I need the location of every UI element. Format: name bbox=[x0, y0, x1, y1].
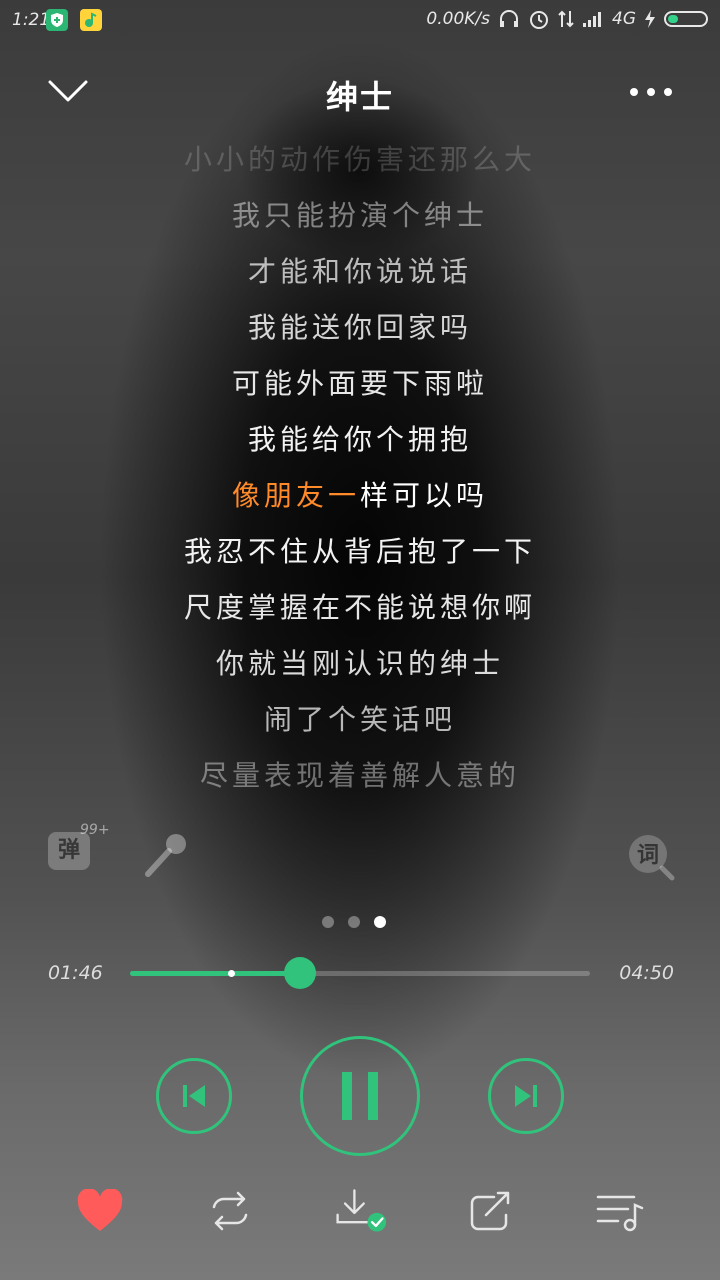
lyric-line: 闹了个笑话吧 bbox=[263, 703, 456, 736]
microphone-icon[interactable] bbox=[142, 830, 192, 880]
song-title: 绅士 bbox=[325, 78, 394, 116]
lyric-sung-part: 像朋友一 bbox=[231, 479, 360, 512]
progress-knob[interactable] bbox=[284, 957, 317, 989]
progress-played bbox=[130, 971, 301, 976]
skip-previous-icon bbox=[183, 1085, 205, 1107]
data-arrows-icon bbox=[558, 10, 574, 28]
playlist-button[interactable] bbox=[592, 1186, 648, 1236]
alarm-icon bbox=[530, 11, 548, 29]
lyric-line: 我只能扮演个绅士 bbox=[231, 199, 488, 232]
page-dot bbox=[348, 916, 360, 928]
lyric-search-icon[interactable]: 词 bbox=[626, 832, 676, 882]
battery-icon bbox=[664, 11, 708, 27]
lyric-unsung-part: 样可以吗 bbox=[360, 479, 489, 512]
signal-icon bbox=[583, 12, 601, 27]
previous-button[interactable] bbox=[156, 1058, 232, 1134]
page-dot bbox=[374, 916, 386, 928]
lyric-line-current: 像朋友一样可以吗 bbox=[0, 474, 720, 514]
skip-next-icon bbox=[515, 1085, 537, 1107]
status-time: 1:21 bbox=[12, 10, 51, 30]
lyric-line: 尽量表现着善解人意的 bbox=[199, 759, 520, 792]
lyric-line: 尺度掌握在不能说想你啊 bbox=[183, 591, 536, 624]
pause-button[interactable] bbox=[300, 1036, 420, 1156]
danmu-button[interactable]: 弹 99+ bbox=[48, 822, 110, 876]
total-time: 04:50 bbox=[619, 962, 674, 984]
danmu-count: 99+ bbox=[80, 822, 110, 838]
favorite-button[interactable] bbox=[72, 1186, 128, 1236]
lyric-line: 我能给你个拥抱 bbox=[247, 423, 472, 456]
repeat-icon bbox=[212, 1191, 248, 1231]
page-dot bbox=[322, 916, 334, 928]
lyric-line: 我能送你回家吗 bbox=[247, 311, 472, 344]
more-dots-icon[interactable] bbox=[626, 80, 676, 104]
download-done-icon bbox=[336, 1189, 387, 1232]
page-indicator bbox=[322, 916, 398, 930]
pause-icon bbox=[342, 1072, 378, 1120]
lyric-line: 小小的动作伤害还那么大 bbox=[183, 143, 536, 176]
network-speed: 0.00K/s bbox=[426, 9, 490, 29]
ci-label: 词 bbox=[637, 843, 659, 868]
download-button[interactable] bbox=[332, 1186, 388, 1236]
current-time: 01:46 bbox=[48, 962, 103, 984]
headset-icon bbox=[500, 10, 518, 27]
charging-icon bbox=[645, 10, 655, 28]
network-type: 4G bbox=[612, 9, 636, 29]
heart-icon bbox=[77, 1189, 123, 1231]
lyric-line: 你就当刚认识的绅士 bbox=[215, 647, 504, 680]
share-button[interactable] bbox=[462, 1186, 518, 1236]
share-icon bbox=[470, 1191, 510, 1231]
repeat-button[interactable] bbox=[202, 1186, 258, 1236]
lyric-line: 可能外面要下雨啦 bbox=[231, 367, 488, 400]
status-bar: 1:21 0.00K/s 4G bbox=[0, 0, 720, 40]
next-button[interactable] bbox=[488, 1058, 564, 1134]
lyric-line: 才能和你说说话 bbox=[247, 255, 472, 288]
playlist-icon bbox=[596, 1195, 644, 1232]
shield-app-icon bbox=[46, 9, 68, 31]
progress-slider[interactable] bbox=[130, 957, 590, 989]
lyric-line: 我忍不住从背后抱了一下 bbox=[183, 535, 536, 568]
lyrics-view[interactable]: 小小的动作伤害还那么大 我只能扮演个绅士 才能和你说说话 我能送你回家吗 可能外面要下雨… bbox=[0, 138, 720, 798]
chevron-down-icon[interactable] bbox=[46, 74, 90, 110]
qq-music-app-icon bbox=[80, 9, 102, 31]
